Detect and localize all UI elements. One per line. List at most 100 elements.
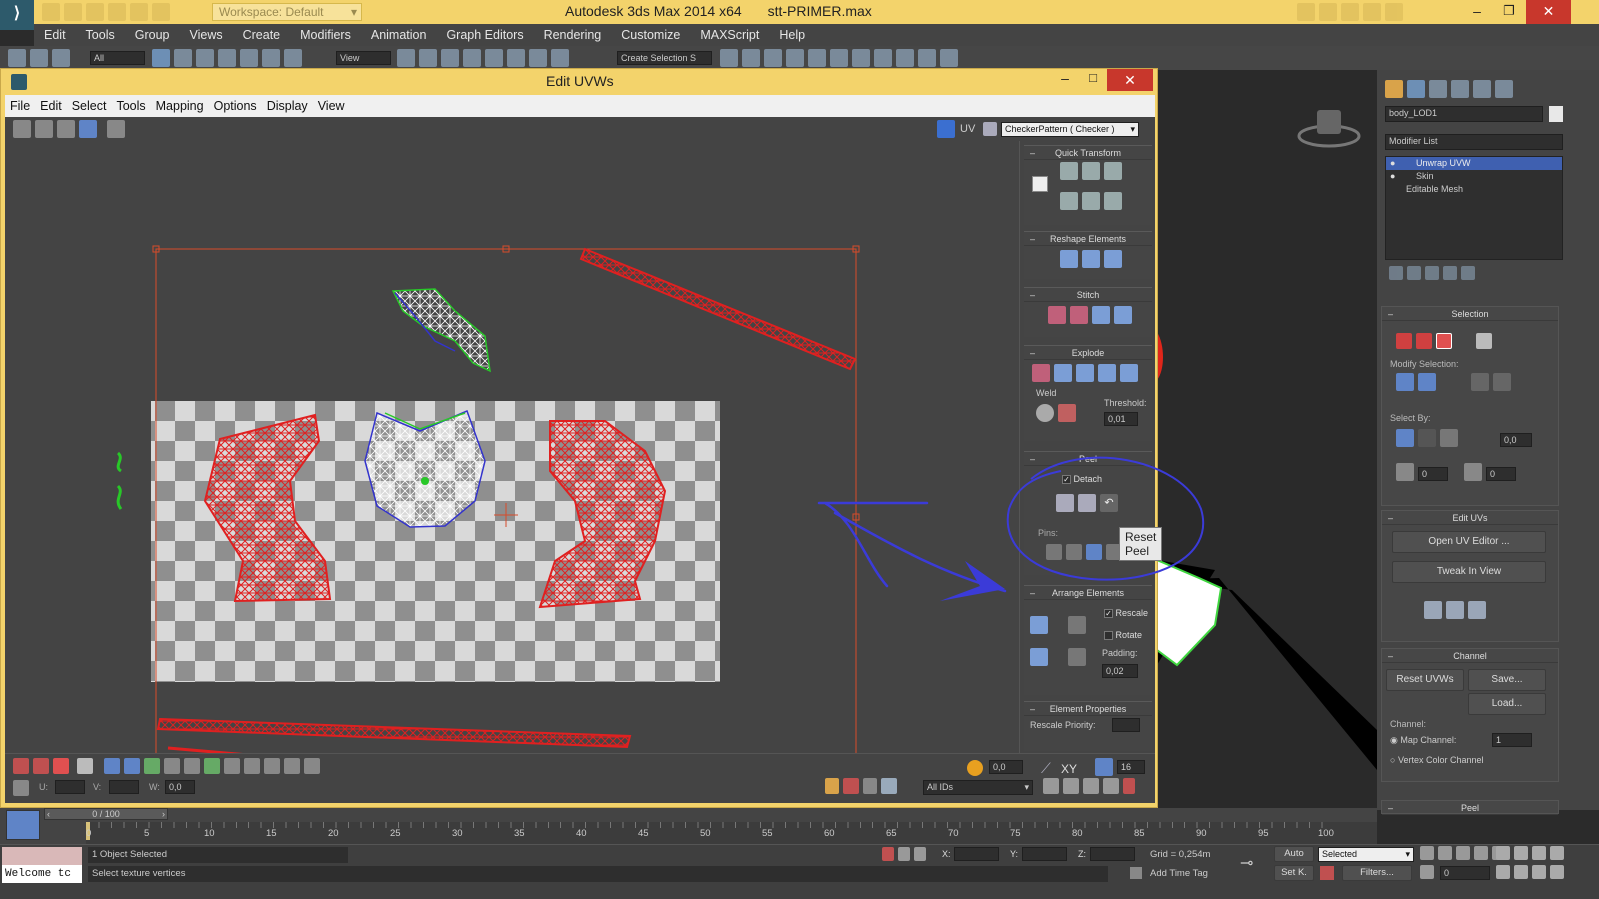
reshape-header[interactable]: Reshape Elements xyxy=(1024,232,1152,246)
time-tag-icon[interactable] xyxy=(1130,867,1142,879)
loop-sel-icon[interactable] xyxy=(144,758,161,774)
y-coord-field[interactable] xyxy=(1022,847,1067,861)
spinner-snap-icon[interactable] xyxy=(529,49,547,67)
zoom-icon[interactable] xyxy=(1063,778,1079,794)
uv-menu-options[interactable]: Options xyxy=(209,95,262,117)
curve-editor-icon[interactable] xyxy=(808,49,826,67)
align-linear-icon[interactable] xyxy=(1082,162,1100,180)
menu-customize[interactable]: Customize xyxy=(611,24,690,46)
close-button[interactable]: ✕ xyxy=(1526,0,1571,24)
detach-edge-icon[interactable] xyxy=(1054,364,1072,382)
keyboard-shortcut-icon[interactable] xyxy=(441,49,459,67)
falloff-spinner[interactable]: 0,0 xyxy=(989,760,1023,774)
rescale-checkbox[interactable]: ✓ Rescale xyxy=(1104,608,1148,619)
minimize-button[interactable]: – xyxy=(1462,0,1492,24)
show-map-icon[interactable] xyxy=(937,120,955,138)
break-icon[interactable] xyxy=(1032,364,1050,382)
uv-shell-strip-top[interactable] xyxy=(579,247,857,371)
link-icon[interactable] xyxy=(8,49,26,67)
material-editor-icon[interactable] xyxy=(852,49,870,67)
grow-sel-icon[interactable] xyxy=(104,758,121,774)
explode-header[interactable]: Explode xyxy=(1024,346,1152,360)
modify-tab-icon[interactable] xyxy=(1407,80,1425,98)
channel-header[interactable]: Channel xyxy=(1382,649,1558,663)
paint-shrink-icon[interactable] xyxy=(304,758,321,774)
maximize-button[interactable]: ❐ xyxy=(1494,0,1524,24)
u-field[interactable] xyxy=(55,780,85,794)
vertex-mode-icon[interactable] xyxy=(1396,333,1412,349)
orbit-icon[interactable] xyxy=(1514,865,1528,879)
isolate-icon[interactable] xyxy=(882,847,894,861)
create-tab-icon[interactable] xyxy=(1385,80,1403,98)
uv-freeform-icon[interactable] xyxy=(79,120,97,138)
detach-matid-icon[interactable] xyxy=(1098,364,1116,382)
flatten-icon[interactable] xyxy=(1104,250,1122,268)
map-channel-radio[interactable]: ◉ Map Channel: xyxy=(1390,735,1456,746)
key-mode-icon[interactable] xyxy=(1320,866,1334,880)
set-key-button[interactable]: Set K. xyxy=(1274,865,1314,881)
bind-icon[interactable] xyxy=(52,49,70,67)
smgrp-spinner[interactable]: 0 xyxy=(1418,467,1448,481)
render-setup-icon[interactable] xyxy=(874,49,892,67)
add-time-tag[interactable]: Add Time Tag xyxy=(1150,868,1208,879)
uv-menu-mapping[interactable]: Mapping xyxy=(151,95,209,117)
pin-stack-icon[interactable] xyxy=(1389,266,1403,280)
lock-selection-icon[interactable] xyxy=(825,778,839,794)
absolute-toggle-icon[interactable] xyxy=(13,780,29,796)
zoom-view-icon[interactable] xyxy=(1496,846,1510,860)
graphite-icon[interactable] xyxy=(786,49,804,67)
menu-views[interactable]: Views xyxy=(179,24,232,46)
rect-region-icon[interactable] xyxy=(196,49,214,67)
element-properties-header[interactable]: Element Properties xyxy=(1024,702,1152,716)
shrink-icon[interactable] xyxy=(1418,373,1436,391)
manipulate-icon[interactable] xyxy=(419,49,437,67)
stack-item-editable-mesh[interactable]: Editable Mesh xyxy=(1386,183,1562,196)
magnet-icon[interactable] xyxy=(1123,778,1135,794)
detach-smgrp-icon[interactable] xyxy=(1076,364,1094,382)
prev-frame-icon[interactable]: ‹ xyxy=(47,809,50,819)
display-tab-icon[interactable] xyxy=(1473,80,1491,98)
hierarchy-tab-icon[interactable] xyxy=(1429,80,1447,98)
app-logo-icon[interactable]: ⟩ xyxy=(0,0,34,30)
menu-edit[interactable]: Edit xyxy=(34,24,76,46)
peel-header[interactable]: Peel xyxy=(1382,801,1558,815)
flatten-by-icon[interactable] xyxy=(1120,364,1138,382)
utilities-tab-icon[interactable] xyxy=(1495,80,1513,98)
uv-move-icon[interactable] xyxy=(13,120,31,138)
uv-menu-edit[interactable]: Edit xyxy=(35,95,67,117)
next-key-icon[interactable] xyxy=(1474,846,1488,860)
menu-graph-editors[interactable]: Graph Editors xyxy=(436,24,533,46)
rotate-icon[interactable] xyxy=(262,49,280,67)
map-channel-spinner[interactable]: 1 xyxy=(1492,733,1532,747)
edit-uvs-header[interactable]: Edit UVs xyxy=(1382,511,1558,525)
open-uv-editor-button[interactable]: Open UV Editor ... xyxy=(1392,531,1546,553)
current-frame-field[interactable]: 0 xyxy=(1440,866,1490,880)
time-slider[interactable]: ‹ 0 / 100 › xyxy=(44,808,168,820)
stitch-target-icon[interactable] xyxy=(1048,306,1066,324)
walkthrough-icon[interactable] xyxy=(1532,865,1546,879)
layer-icon[interactable] xyxy=(764,49,782,67)
stitch-custom-icon[interactable] xyxy=(1114,306,1132,324)
motion-tab-icon[interactable] xyxy=(1451,80,1469,98)
next-frame-icon[interactable]: › xyxy=(162,809,165,819)
uv-minimize-button[interactable]: – xyxy=(1051,70,1079,92)
selection-lock-icon[interactable] xyxy=(898,847,910,861)
prev-key-icon[interactable] xyxy=(1438,846,1452,860)
play-icon[interactable] xyxy=(1456,846,1470,860)
ring-grow-icon[interactable] xyxy=(224,758,241,774)
mirror-icon[interactable] xyxy=(720,49,738,67)
zoom-all-icon[interactable] xyxy=(1514,846,1528,860)
select-by-edge-icon[interactable] xyxy=(1418,429,1436,447)
xy-label[interactable]: XY xyxy=(1061,762,1077,776)
remove-modifier-icon[interactable] xyxy=(1443,266,1457,280)
grow-icon[interactable] xyxy=(1396,373,1414,391)
named-selection-dropdown[interactable]: Create Selection S xyxy=(617,51,712,65)
selection-filter-dropdown[interactable]: All xyxy=(90,51,145,65)
render-active-icon[interactable] xyxy=(940,49,958,67)
menu-create[interactable]: Create xyxy=(233,24,291,46)
menu-modifiers[interactable]: Modifiers xyxy=(290,24,361,46)
padding-spinner[interactable]: 0,02 xyxy=(1102,664,1138,678)
unlink-icon[interactable] xyxy=(30,49,48,67)
quick-transform-header[interactable]: Quick Transform xyxy=(1024,146,1152,160)
ring-shrink-icon[interactable] xyxy=(244,758,261,774)
